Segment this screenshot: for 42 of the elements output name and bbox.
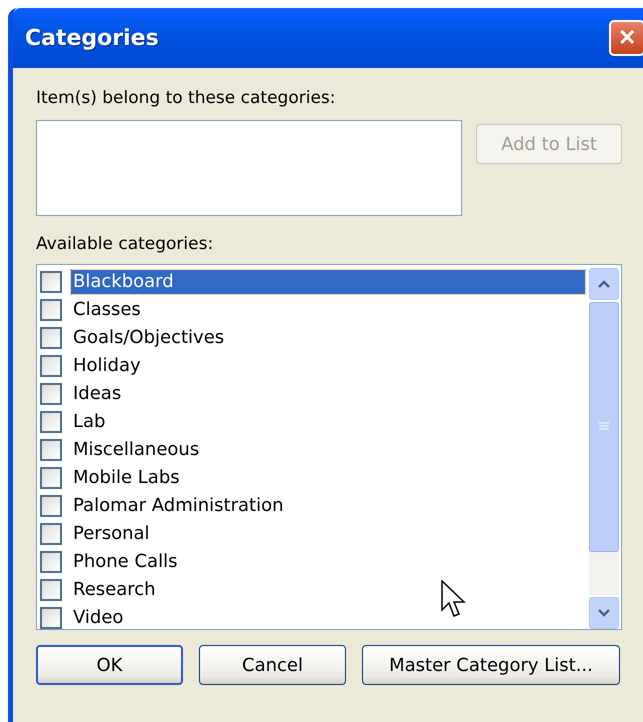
checkbox[interactable] (40, 467, 62, 489)
category-item[interactable]: Phone Calls (71, 550, 180, 574)
category-item[interactable]: Holiday (71, 354, 143, 378)
category-item[interactable]: Lab (71, 410, 108, 434)
category-item[interactable]: Video (71, 606, 126, 629)
category-item[interactable]: Miscellaneous (71, 438, 202, 462)
checkbox[interactable] (40, 411, 62, 433)
checkbox[interactable] (40, 495, 62, 517)
category-item[interactable]: Goals/Objectives (71, 326, 226, 350)
category-item[interactable]: Blackboard (71, 270, 585, 294)
scroll-down-button[interactable] (589, 597, 619, 629)
chevron-up-icon (597, 279, 611, 289)
scroll-up-button[interactable] (589, 268, 619, 300)
checkbox[interactable] (40, 439, 62, 461)
checkbox[interactable] (40, 551, 62, 573)
field-label: Item(s) belong to these categories: (36, 88, 336, 108)
chevron-down-icon (597, 608, 611, 618)
close-button[interactable]: ✕ (609, 20, 643, 56)
checkbox[interactable] (40, 327, 62, 349)
checkbox[interactable] (40, 299, 62, 321)
mouse-pointer-icon (441, 580, 467, 620)
checkbox[interactable] (40, 355, 62, 377)
categories-field[interactable] (36, 120, 462, 216)
dialog-button[interactable]: Cancel (199, 645, 346, 685)
category-item[interactable]: Ideas (71, 382, 124, 406)
category-item[interactable]: Classes (71, 298, 143, 322)
grip-icon (598, 422, 610, 432)
category-item[interactable]: Mobile Labs (71, 466, 182, 490)
dialog-button[interactable]: Master Category List... (362, 645, 620, 685)
checkbox[interactable] (40, 523, 62, 545)
scroll-thumb[interactable] (589, 302, 619, 552)
category-item[interactable]: Personal (71, 522, 152, 546)
window-title: Categories (25, 26, 159, 50)
checkbox[interactable] (40, 607, 62, 629)
checkbox[interactable] (40, 383, 62, 405)
category-item[interactable]: Palomar Administration (71, 494, 286, 518)
scrollbar[interactable] (589, 268, 619, 629)
list-label: Available categories: (36, 234, 214, 254)
checkbox[interactable] (40, 271, 62, 293)
category-item[interactable]: Research (71, 578, 158, 602)
checkbox[interactable] (40, 579, 62, 601)
dialog-button[interactable]: OK (36, 645, 183, 685)
